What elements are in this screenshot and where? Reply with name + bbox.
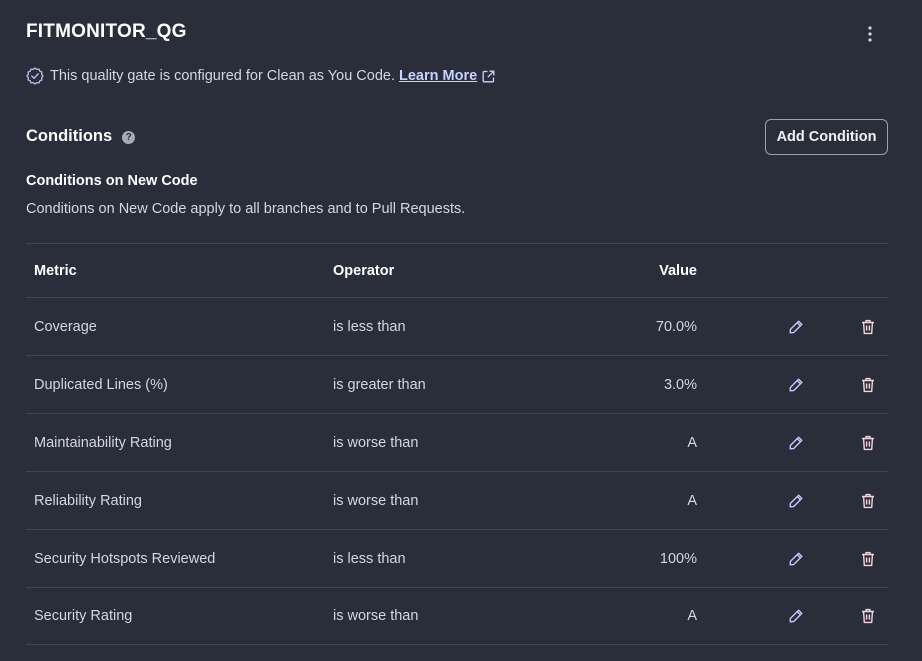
delete-button[interactable] bbox=[856, 356, 880, 413]
pencil-icon bbox=[789, 552, 803, 565]
operator-cell: is worse than bbox=[333, 608, 419, 624]
trash-icon bbox=[862, 551, 874, 566]
metric-cell: Coverage bbox=[34, 318, 97, 335]
pencil-icon bbox=[789, 378, 803, 391]
trash-icon bbox=[862, 435, 874, 450]
table-row: Security Hotspots Reviewed is less than … bbox=[26, 529, 888, 587]
external-link-icon bbox=[482, 70, 495, 82]
value-cell: A bbox=[687, 434, 697, 451]
table-header-row: Metric Operator Value bbox=[26, 243, 888, 297]
table-row: Security Rating is worse than A bbox=[26, 587, 888, 645]
table-row: Duplicated Lines (%) is greater than 3.0… bbox=[26, 355, 888, 413]
operator-cell: is less than bbox=[333, 550, 406, 567]
operator-cell: is less than bbox=[333, 318, 406, 335]
value-cell: 3.0% bbox=[663, 376, 697, 393]
column-header-operator: Operator bbox=[333, 262, 395, 279]
help-icon[interactable]: ? bbox=[122, 130, 136, 144]
delete-button[interactable] bbox=[856, 588, 880, 644]
more-actions-button[interactable] bbox=[858, 22, 882, 46]
conditions-title: Conditions bbox=[26, 127, 113, 145]
metric-cell: Maintainability Rating bbox=[34, 434, 172, 451]
quality-gate-title: FITMONITOR_QG bbox=[26, 21, 187, 42]
value-cell: A bbox=[687, 608, 697, 624]
edit-button[interactable] bbox=[784, 472, 808, 529]
operator-cell: is greater than bbox=[333, 376, 426, 393]
learn-more-label: Learn More bbox=[399, 68, 478, 84]
trash-icon bbox=[862, 319, 874, 334]
metric-cell: Duplicated Lines (%) bbox=[34, 376, 168, 393]
table-row: Maintainability Rating is worse than A bbox=[26, 413, 888, 471]
value-cell: 70.0% bbox=[655, 318, 697, 335]
delete-button[interactable] bbox=[856, 530, 880, 587]
badge-check-icon bbox=[26, 67, 44, 85]
operator-cell: is worse than bbox=[333, 492, 419, 509]
kebab-icon bbox=[868, 26, 872, 42]
add-condition-button[interactable]: Add Condition bbox=[765, 119, 888, 155]
delete-button[interactable] bbox=[856, 414, 880, 471]
edit-button[interactable] bbox=[784, 414, 808, 471]
quality-gate-panel: FITMONITOR_QG This quality gate is confi… bbox=[0, 0, 922, 661]
trash-icon bbox=[862, 377, 874, 392]
metric-cell: Reliability Rating bbox=[34, 492, 142, 509]
cayc-text: This quality gate is configured for Clea… bbox=[50, 68, 395, 84]
table-row: Coverage is less than 70.0% bbox=[26, 297, 888, 355]
delete-button[interactable] bbox=[856, 472, 880, 529]
value-cell: 100% bbox=[659, 550, 697, 567]
value-cell: A bbox=[687, 492, 697, 509]
pencil-icon bbox=[789, 436, 803, 449]
edit-button[interactable] bbox=[784, 356, 808, 413]
edit-button[interactable] bbox=[784, 530, 808, 587]
cayc-notice: This quality gate is configured for Clea… bbox=[26, 67, 495, 85]
new-code-title: Conditions on New Code bbox=[26, 173, 198, 189]
trash-icon bbox=[862, 608, 874, 624]
learn-more-link[interactable]: Learn More bbox=[399, 68, 495, 84]
conditions-table: Metric Operator Value Coverage is less t… bbox=[26, 243, 888, 645]
column-header-value: Value bbox=[659, 262, 697, 279]
operator-cell: is worse than bbox=[333, 434, 419, 451]
pencil-icon bbox=[789, 494, 803, 507]
pencil-icon bbox=[789, 609, 803, 623]
pencil-icon bbox=[789, 320, 803, 333]
edit-button[interactable] bbox=[784, 298, 808, 355]
metric-cell: Security Rating bbox=[34, 608, 133, 624]
new-code-description: Conditions on New Code apply to all bran… bbox=[26, 201, 466, 217]
conditions-header: Conditions ? bbox=[26, 127, 136, 146]
trash-icon bbox=[862, 493, 874, 508]
delete-button[interactable] bbox=[856, 298, 880, 355]
metric-cell: Security Hotspots Reviewed bbox=[34, 550, 216, 567]
edit-button[interactable] bbox=[784, 588, 808, 644]
table-row: Reliability Rating is worse than A bbox=[26, 471, 888, 529]
column-header-metric: Metric bbox=[34, 262, 77, 279]
